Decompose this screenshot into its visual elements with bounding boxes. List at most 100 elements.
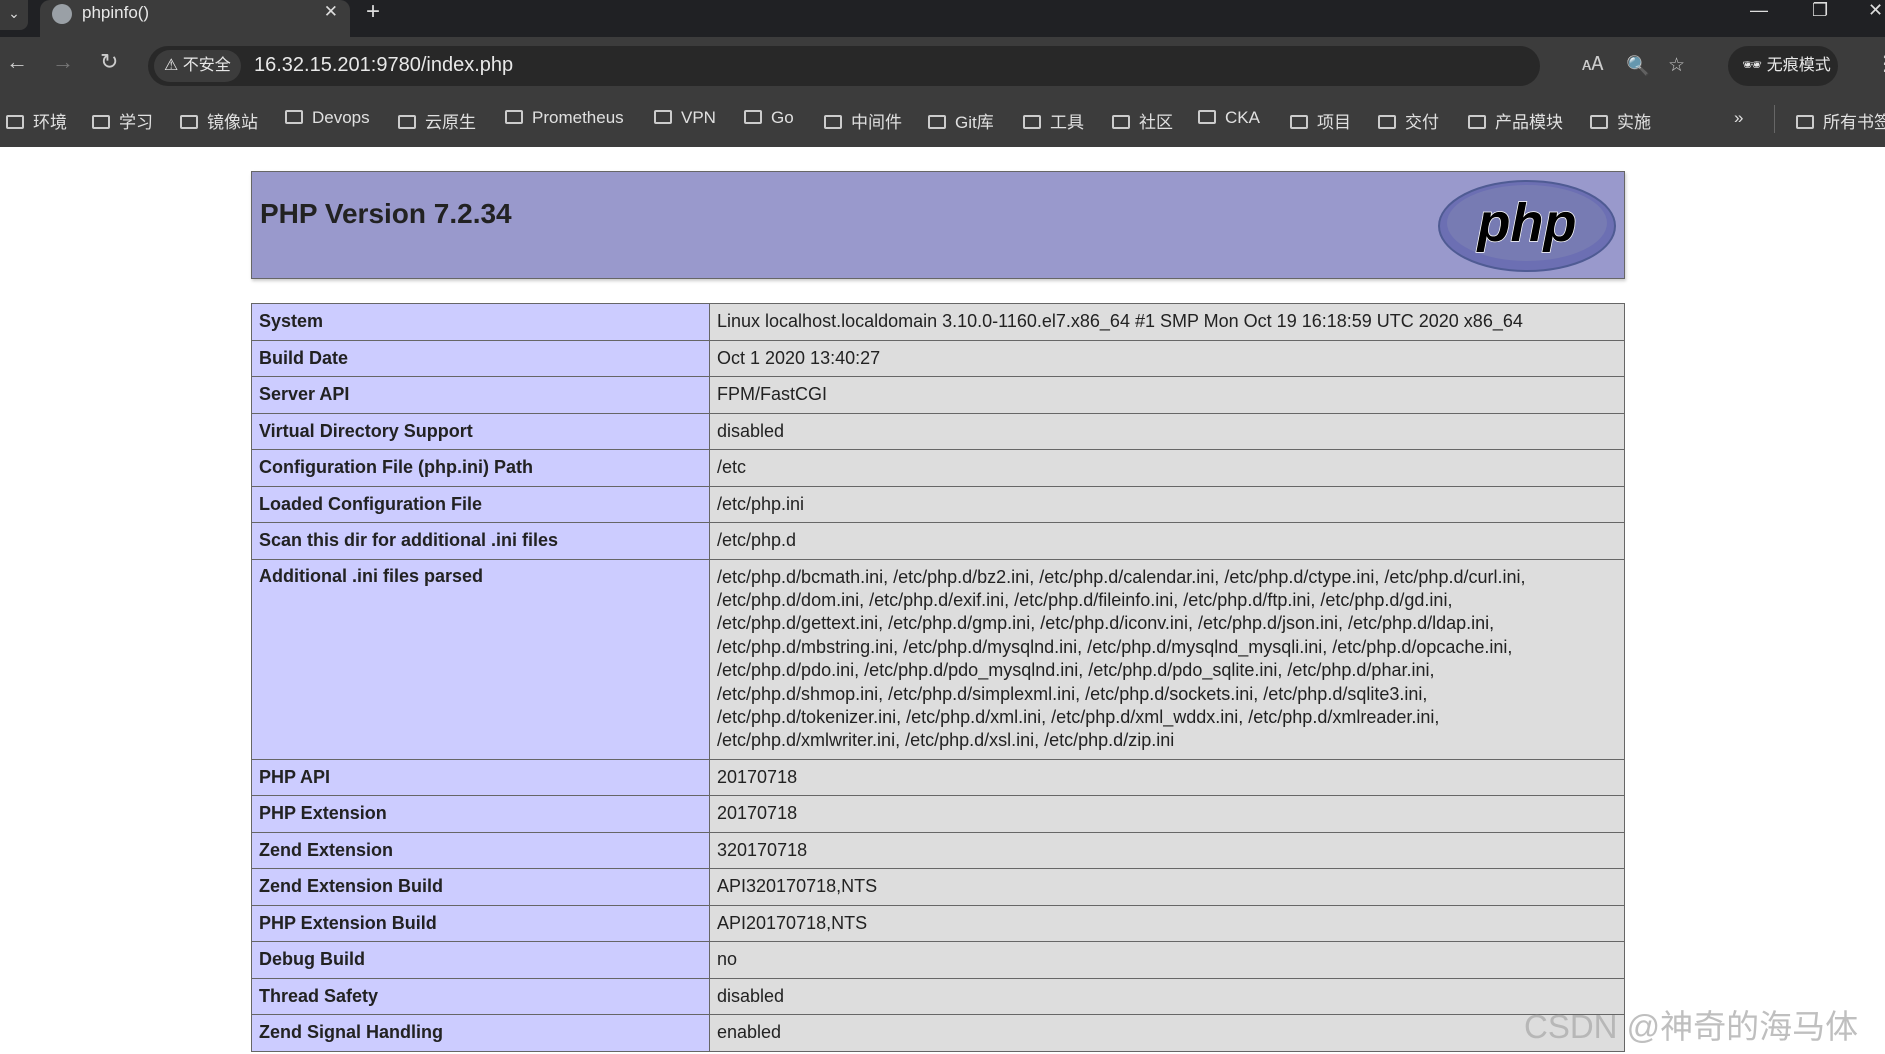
folder-icon [92,115,110,129]
new-tab-button[interactable]: + [366,0,380,26]
info-key: Zend Extension Build [251,868,710,906]
info-key: PHP API [251,758,710,796]
bookmark-folder[interactable]: 社区 [1112,108,1173,133]
close-tab-icon[interactable]: ✕ [324,2,338,22]
reload-button[interactable]: ↻ [100,49,118,75]
bookmark-folder[interactable]: 学习 [92,108,153,133]
info-value: 20170718 [709,758,1625,796]
folder-icon [1590,115,1608,129]
toolbar: ← → ↻ ⚠ 不安全 16.32.15.201:9780/index.php … [0,37,1885,93]
tab-search-button[interactable]: ⌄ [0,0,28,30]
folder-icon [398,115,416,129]
php-info-table: System Linux localhost.localdomain 3.10.0… [251,303,1625,1052]
bookmark-folder[interactable]: 实施 [1590,108,1651,133]
folder-icon [285,110,303,124]
value-line: /etc/php.d/tokenizer.ini, /etc/php.d/xml… [717,706,1440,727]
back-button[interactable]: ← [6,49,28,75]
info-value: no [709,941,1625,979]
bookmark-folder[interactable]: 环境 [6,108,67,133]
info-key: PHP Extension Build [251,904,710,942]
bookmark-folder[interactable]: Devops [285,108,370,128]
bookmark-all[interactable]: 所有书签 [1796,108,1885,133]
security-chip[interactable]: ⚠ 不安全 [154,50,241,82]
bookmarks-bar: » 所有书签 环境 学习 镜像站 Devops 云原生 Prometheus VPN Go 中间… [0,93,1885,147]
table-row: Zend Signal Handling enabled [251,1014,1625,1052]
incognito-button[interactable]: 🕶 无痕模式 [1728,46,1838,86]
value-line: /etc/php.d/xmlwriter.ini, /etc/php.d/xsl… [717,730,1175,751]
bookmark-folder[interactable]: 镜像站 [180,108,258,133]
table-row: Zend Extension Build API320170718,NTS [251,868,1625,906]
forward-button[interactable]: → [52,49,74,75]
info-key: Build Date [251,339,710,377]
table-row: PHP Extension 20170718 [251,795,1625,833]
folder-icon [1796,115,1814,129]
table-row: System Linux localhost.localdomain 3.10.0… [251,303,1625,341]
divider [1774,105,1775,133]
value-line: /etc/php.d/dom.ini, /etc/php.d/exif.ini,… [717,589,1453,610]
bookmark-folder[interactable]: 中间件 [824,108,902,133]
address-bar[interactable]: ⚠ 不安全 16.32.15.201:9780/index.php 🗚 🔍 ☆ [148,46,1685,86]
table-row: Configuration File (php.ini) Path/etc [251,449,1625,487]
table-row: Loaded Configuration File/etc/php.ini [251,485,1625,523]
folder-icon [1023,115,1041,129]
table-row: Additional .ini files parsed/etc/php.d/b… [251,558,1625,760]
phpinfo-content: PHP Version 7.2.34 php System Linux local… [251,171,1625,1052]
table-row: Virtual Directory Support disabled [251,412,1625,450]
info-value: enabled [709,1014,1625,1052]
close-window-button[interactable]: ✕ [1868,0,1883,21]
more-bookmarks-button[interactable]: » [1734,108,1743,128]
table-row: Server API FPM/FastCGI [251,376,1625,414]
info-key: Configuration File (php.ini) Path [251,449,710,487]
info-value: 20170718 [709,795,1625,833]
bookmark-folder[interactable]: 项目 [1290,108,1351,133]
minimize-button[interactable]: — [1750,0,1768,21]
table-row: PHP Extension Build API20170718,NTS [251,904,1625,942]
tab-strip: ⌄ phpinfo() ✕ + — ❐ ✕ [0,0,1885,37]
bookmark-folder[interactable]: 产品模块 [1468,108,1563,133]
tab-phpinfo[interactable]: phpinfo() ✕ [40,0,350,37]
value-line: /etc/php.d/mbstring.ini, /etc/php.d/mysq… [717,636,1513,657]
bookmark-folder[interactable]: VPN [654,108,716,128]
table-row: Thread Safety disabled [251,977,1625,1015]
folder-icon [505,110,523,124]
url-text[interactable]: 16.32.15.201:9780/index.php [254,54,513,77]
zoom-icon[interactable]: 🔍 [1626,54,1650,78]
folder-icon [6,115,24,129]
folder-icon [744,110,762,124]
info-key: Virtual Directory Support [251,412,710,450]
bookmark-star-icon[interactable]: ☆ [1668,54,1685,77]
bookmark-folder[interactable]: CKA [1198,108,1260,128]
bookmark-folder[interactable]: Go [744,108,794,128]
value-line: /etc/php.d/shmop.ini, /etc/php.d/simplex… [717,683,1428,704]
bookmark-folder[interactable]: 交付 [1378,108,1439,133]
translate-icon[interactable]: 🗚 [1582,54,1604,76]
folder-icon [180,115,198,129]
table-row: Scan this dir for additional .ini files /… [251,522,1625,560]
info-value: 320170718 [709,831,1625,869]
table-row: Zend Extension 320170718 [251,831,1625,869]
info-key: Zend Signal Handling [251,1014,710,1052]
menu-icon[interactable]: ⋮ [1875,51,1885,76]
bookmark-folder[interactable]: 工具 [1023,108,1084,133]
folder-icon [654,110,672,124]
bookmark-folder[interactable]: Git库 [928,108,994,133]
value-line: /etc/php.d/bcmath.ini, /etc/php.d/bz2.in… [717,566,1526,587]
info-key: Additional .ini files parsed [251,558,710,760]
info-key: Server API [251,376,710,414]
bookmark-folder[interactable]: Prometheus [505,108,624,128]
restore-button[interactable]: ❐ [1812,0,1828,21]
php-logo: php [1438,180,1616,272]
info-key: PHP Extension [251,795,710,833]
bookmark-folder[interactable]: 云原生 [398,108,476,133]
php-version-header: PHP Version 7.2.34 php [251,171,1625,279]
incognito-icon: 🕶 [1742,57,1763,74]
table-row: PHP API 20170718 [251,758,1625,796]
svg-text:php: php [1476,193,1577,253]
info-value: Oct 1 2020 13:40:27 [709,339,1625,377]
info-value: /etc [709,449,1625,487]
info-key: Scan this dir for additional .ini files [251,522,710,560]
folder-icon [824,115,842,129]
info-value: FPM/FastCGI [709,376,1625,414]
watermark: CSDN @神奇的海马体 [1524,1008,1859,1045]
info-value: /etc/php.ini [709,485,1625,523]
